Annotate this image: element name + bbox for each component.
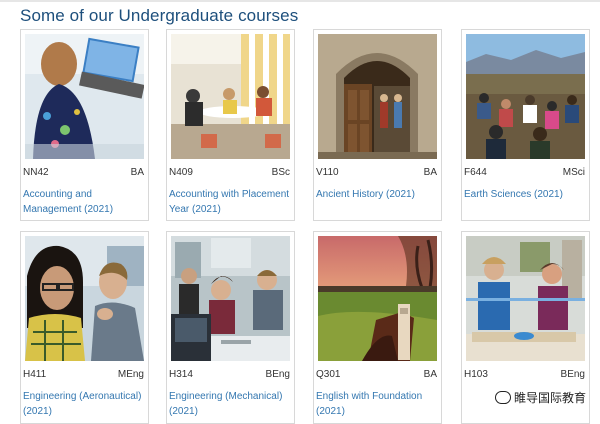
course-level: BSc xyxy=(271,167,290,178)
course-level: BEng xyxy=(265,369,290,380)
course-level: MSci xyxy=(562,167,585,178)
course-level: BA xyxy=(130,167,144,178)
course-card-nn42[interactable]: NN42 BA Accounting and Management (2021) xyxy=(20,29,149,221)
course-title-link[interactable]: Accounting with Placement Year (2021) xyxy=(169,187,292,217)
course-card-h314[interactable]: H314 BEng Engineering (Mechanical) (2021… xyxy=(166,231,295,424)
course-photo-engineering-students xyxy=(25,236,144,361)
course-card-h411[interactable]: H411 MEng Engineering (Aeronautical) (20… xyxy=(20,231,149,424)
course-code: H103 xyxy=(464,369,488,380)
course-title-link[interactable]: Earth Sciences (2021) xyxy=(464,187,587,202)
course-code: Q301 xyxy=(316,369,341,380)
watermark-text: 睢导国际教育 xyxy=(513,391,586,405)
watermark: 睢导国际教育 xyxy=(492,389,588,406)
course-code: H411 xyxy=(23,369,47,380)
course-level: BEng xyxy=(560,369,585,380)
course-title-link[interactable]: Engineering (Aeronautical) (2021) xyxy=(23,389,146,419)
course-card-v110[interactable]: V110 BA Ancient History (2021) xyxy=(313,29,442,221)
course-photo-engineering-lab xyxy=(171,236,290,361)
course-card-q301[interactable]: Q301 BA English with Foundation (2021) xyxy=(313,231,442,424)
course-photo-workshop xyxy=(466,236,585,361)
course-code: V110 xyxy=(316,167,339,178)
course-level: BA xyxy=(423,369,437,380)
course-card-n409[interactable]: N409 BSc Accounting with Placement Year … xyxy=(166,29,295,221)
course-photo-student-laptop xyxy=(25,34,144,159)
course-photo-field-trip xyxy=(466,34,585,159)
course-code: N409 xyxy=(169,167,193,178)
course-title-link[interactable]: Engineering (Mechanical) (2021) xyxy=(169,389,292,419)
course-code: F644 xyxy=(464,167,487,178)
course-code: NN42 xyxy=(23,167,49,178)
course-level: MEng xyxy=(117,369,144,380)
course-title-link[interactable]: Ancient History (2021) xyxy=(316,187,439,202)
top-divider xyxy=(0,0,600,2)
course-photo-stone-doorway xyxy=(318,34,437,159)
course-code: H314 xyxy=(169,369,193,380)
wechat-icon xyxy=(494,391,511,404)
course-photo-study-space xyxy=(171,34,290,159)
course-photo-sunset-field xyxy=(318,236,437,361)
course-level: BA xyxy=(423,167,437,178)
course-title-link[interactable]: English with Foundation (2021) xyxy=(316,389,439,419)
section-heading: Some of our Undergraduate courses xyxy=(20,6,299,25)
course-title-link[interactable]: Accounting and Management (2021) xyxy=(23,187,146,217)
course-card-f644[interactable]: F644 MSci Earth Sciences (2021) xyxy=(461,29,590,221)
